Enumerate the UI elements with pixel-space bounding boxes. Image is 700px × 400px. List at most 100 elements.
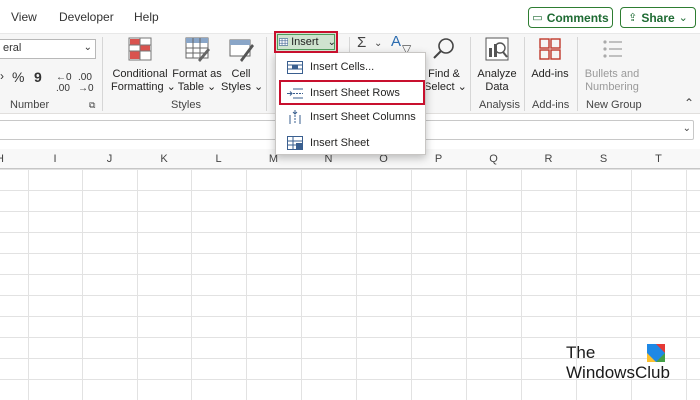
conditional-formatting-label-1: Conditional: [112, 68, 168, 80]
menu-item-insert-sheet-columns[interactable]: Insert Sheet Columns: [276, 105, 425, 129]
tab-help[interactable]: Help: [134, 10, 159, 24]
cell-styles-label-2: Styles ⌄: [221, 81, 264, 93]
format-as-table-label-1: Format as: [172, 68, 222, 80]
menu-item-insert-cells[interactable]: Insert Cells...: [276, 55, 425, 79]
chevron-down-icon: ⌄: [83, 42, 92, 53]
column-header-k[interactable]: K: [137, 149, 191, 168]
bullets-label-1: Bullets and: [584, 68, 640, 80]
tab-developer[interactable]: Developer: [59, 10, 114, 24]
format-as-table-icon: [185, 37, 210, 62]
cell-styles-button[interactable]: Cell Styles ⌄: [221, 36, 264, 94]
gridline: [82, 149, 83, 400]
find-select-label-2: Select ⌄: [424, 81, 467, 93]
chevron-down-icon: ⌄: [327, 36, 336, 48]
menu-item-label: Insert Sheet Rows: [310, 87, 400, 99]
watermark-line-2: WindowsClub: [566, 363, 670, 382]
windows-logo-icon: [647, 344, 665, 362]
insert-rows-icon: [284, 86, 306, 100]
comments-button[interactable]: ▭ Comments: [528, 7, 613, 28]
comments-label: Comments: [546, 10, 609, 25]
insert-button[interactable]: Insert ⌄: [274, 31, 338, 53]
expand-formula-icon[interactable]: ⌄: [683, 123, 691, 134]
column-header-q[interactable]: Q: [466, 149, 521, 168]
cell-styles-icon: [229, 39, 254, 62]
gridline: [28, 149, 29, 400]
gridline: [246, 149, 247, 400]
column-header-l[interactable]: L: [191, 149, 246, 168]
gridline: [301, 149, 302, 400]
add-ins-icon: [539, 38, 561, 60]
share-label: Share: [641, 10, 675, 25]
number-format-value: eral: [3, 42, 22, 54]
autosum-button[interactable]: Σ: [357, 34, 366, 51]
bullets-list-icon: [603, 40, 622, 58]
currency-chevron-icon[interactable]: ›: [0, 69, 4, 83]
gridline: [356, 149, 357, 400]
insert-columns-icon: [284, 110, 306, 124]
chevron-down-icon[interactable]: ⌄: [374, 38, 382, 49]
find-select-label-1: Find &: [428, 68, 460, 80]
conditional-formatting-icon: [128, 37, 152, 61]
column-header-h[interactable]: H: [0, 149, 10, 168]
increase-decimal-icon[interactable]: ←0.00: [56, 72, 72, 94]
group-divider: [577, 37, 578, 111]
analyze-data-icon: [485, 37, 509, 61]
new-group-label: New Group: [586, 99, 642, 111]
column-header-t[interactable]: T: [631, 149, 686, 168]
insert-label: Insert: [291, 36, 319, 48]
number-format-dropdown[interactable]: eral ⌄: [0, 39, 96, 59]
find-select-button[interactable]: Find & Select ⌄: [424, 36, 467, 94]
gridline: [191, 149, 192, 400]
analyze-data-label-2: Data: [485, 81, 509, 93]
analysis-group-label: Analysis: [479, 99, 520, 111]
magnifier-icon: [433, 38, 454, 59]
decrease-decimal-icon[interactable]: .00 →0: [78, 72, 94, 94]
ribbon-tab-bar: View Developer Help ▭ Comments ⇪ Share ⌄: [0, 0, 700, 33]
share-icon: ⇪: [628, 12, 638, 24]
share-button[interactable]: ⇪ Share ⌄: [620, 7, 696, 28]
column-header-j[interactable]: J: [82, 149, 137, 168]
gridline: [686, 149, 687, 400]
conditional-formatting-button[interactable]: Conditional Formatting ⌄: [111, 36, 176, 94]
format-as-table-label-2: Table ⌄: [177, 81, 217, 93]
group-divider: [266, 37, 267, 111]
bullets-label-2: Numbering: [585, 81, 639, 93]
insert-dropdown-menu: Insert Cells... Insert Sheet Rows Insert…: [275, 52, 426, 155]
bullets-numbering-button[interactable]: Bullets and Numbering: [583, 36, 641, 94]
comment-icon: ▭: [532, 12, 543, 24]
menu-item-insert-sheet-rows[interactable]: Insert Sheet Rows: [276, 81, 425, 105]
percent-button[interactable]: %: [12, 69, 24, 85]
column-header-s[interactable]: S: [576, 149, 631, 168]
add-ins-label: Add-ins: [531, 68, 569, 80]
insert-cells-icon: [284, 60, 306, 74]
group-divider: [524, 37, 525, 111]
add-ins-group-label: Add-ins: [532, 99, 570, 111]
styles-group-label: Styles: [171, 99, 201, 111]
group-divider: [470, 37, 471, 111]
collapse-ribbon-icon[interactable]: ⌃: [684, 96, 694, 110]
menu-item-label: Insert Cells...: [310, 61, 375, 73]
chevron-down-icon: ⌄: [678, 12, 688, 24]
column-header-r[interactable]: R: [521, 149, 576, 168]
insert-sheet-icon: [284, 136, 306, 150]
add-ins-button[interactable]: Add-ins: [528, 36, 572, 81]
analyze-data-label-1: Analyze: [477, 68, 517, 80]
comma-style-button[interactable]: 9: [34, 69, 42, 85]
number-group-label: Number: [10, 99, 50, 111]
analyze-data-button[interactable]: Analyze Data: [475, 36, 519, 94]
gridline: [466, 149, 467, 400]
format-as-table-button[interactable]: Format as Table ⌄: [172, 36, 222, 94]
gridline: [521, 149, 522, 400]
dialog-launcher-icon[interactable]: ⧉: [89, 100, 95, 111]
menu-item-label: Insert Sheet Columns: [310, 111, 416, 123]
conditional-formatting-label-2: Formatting ⌄: [111, 81, 176, 93]
cell-styles-label-1: Cell: [231, 68, 251, 80]
group-divider: [102, 37, 103, 111]
column-header-i[interactable]: I: [28, 149, 82, 168]
gridline: [137, 149, 138, 400]
sort-filter-icon[interactable]: A: [391, 33, 401, 50]
gridline: [411, 149, 412, 400]
insert-cells-icon: [279, 38, 289, 46]
menu-item-insert-sheet[interactable]: Insert Sheet: [276, 131, 425, 155]
tab-view[interactable]: View: [11, 10, 37, 24]
